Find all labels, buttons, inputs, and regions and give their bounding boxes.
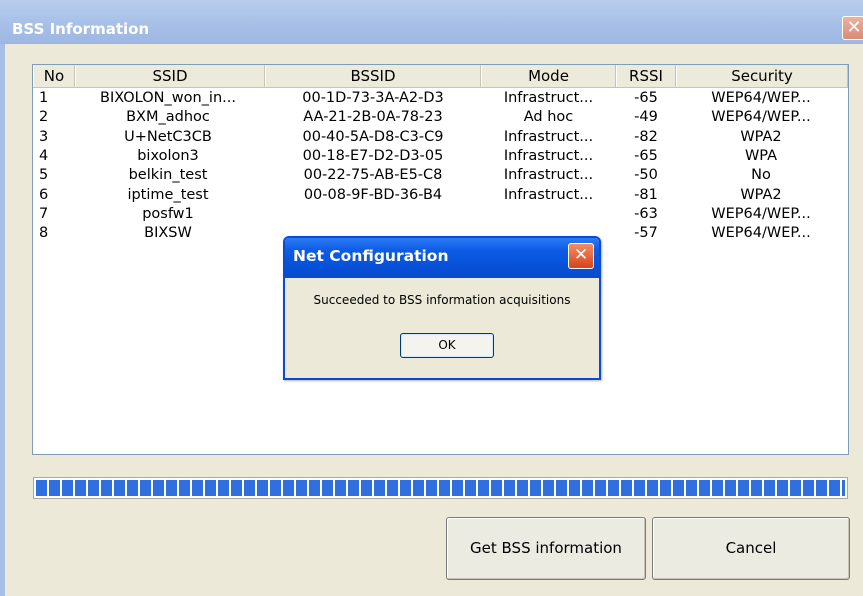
- column-header-mode[interactable]: Mode: [481, 65, 616, 87]
- cell-no: 1: [39, 90, 49, 106]
- cell-rssi: -63: [634, 205, 658, 222]
- cell-mode: Infrastruct...: [503, 186, 594, 203]
- dialog-title: Net Configuration: [293, 247, 449, 265]
- cell-no: 8: [39, 225, 49, 242]
- table-row[interactable]: 1 BIXOLON_won_in... 00-1D-73-3A-A2-D3 Infra…: [33, 89, 848, 108]
- cell-ssid: iptime_test: [127, 186, 209, 203]
- cell-security: WPA2: [740, 186, 782, 203]
- cell-ssid: belkin_test: [128, 167, 208, 184]
- cell-mode: [481, 205, 616, 224]
- cell-rssi: -81: [634, 186, 658, 203]
- cell-no: 3: [39, 128, 49, 145]
- dialog-close-button[interactable]: ✕: [568, 243, 594, 269]
- cell-security: WPA2: [740, 128, 782, 145]
- progress-fill: [36, 480, 845, 496]
- list-header: No SSID BSSID Mode RSSI Security: [33, 65, 848, 88]
- table-row[interactable]: 3 U+NetC3CB 00-40-5A-D8-C3-C9 Infrastruct..…: [33, 128, 848, 147]
- cell-security: WEP64/WEP...: [711, 109, 811, 126]
- cancel-button[interactable]: Cancel: [652, 517, 850, 580]
- cell-rssi: -65: [634, 147, 658, 164]
- cell-mode: Ad hoc: [523, 109, 574, 126]
- column-header-ssid[interactable]: SSID: [75, 65, 265, 87]
- cell-ssid: BXM_adhoc: [126, 109, 210, 126]
- window-left-border: [0, 44, 5, 596]
- cell-bssid: 00-18-E7-D2-D3-05: [302, 147, 444, 164]
- cell-security: WEP64/WEP...: [711, 90, 811, 106]
- table-row[interactable]: 2 BXM_adhoc AA-21-2B-0A-78-23 Ad hoc -49 WEP6…: [33, 108, 848, 127]
- table-row[interactable]: 6 iptime_test 00-08-9F-BD-36-B4 Infrastruct…: [33, 186, 848, 205]
- window-close-button[interactable]: ✕: [842, 16, 863, 40]
- dialog-message: Succeeded to BSS information acquisition…: [313, 293, 571, 307]
- cell-bssid: 00-1D-73-3A-A2-D3: [302, 90, 444, 106]
- get-bss-information-label: Get BSS information: [470, 539, 622, 557]
- cell-bssid: 00-08-9F-BD-36-B4: [303, 186, 443, 203]
- cell-no: 2: [39, 109, 49, 126]
- progress-bar: [33, 477, 848, 499]
- cell-ssid: BIXOLON_won_in...: [100, 90, 236, 106]
- column-header-security[interactable]: Security: [676, 65, 848, 87]
- cell-bssid: AA-21-2B-0A-78-23: [303, 109, 443, 126]
- cell-security: No: [751, 167, 771, 184]
- table-row[interactable]: 7 posfw1 -63 WEP64/WEP...: [33, 205, 848, 224]
- cell-no: 5: [39, 167, 49, 184]
- cell-mode: Infrastruct...: [503, 147, 594, 164]
- cell-ssid: BIXSW: [144, 225, 192, 242]
- dialog-titlebar: Net Configuration ✕: [285, 238, 599, 278]
- window-titlebar: BSS Information ✕: [0, 0, 863, 44]
- cell-mode: Infrastruct...: [503, 167, 594, 184]
- cell-no: 4: [39, 147, 49, 164]
- cell-mode: Infrastruct...: [503, 128, 594, 145]
- close-icon: ✕: [573, 245, 589, 265]
- cell-no: 6: [39, 186, 49, 203]
- cell-rssi: -57: [634, 225, 658, 242]
- bss-information-window: BSS Information ✕ No SSID BSSID Mode RSS…: [0, 0, 863, 596]
- cell-bssid: 00-40-5A-D8-C3-C9: [302, 128, 444, 145]
- table-row[interactable]: 4 bixolon3 00-18-E7-D2-D3-05 Infrastruct...…: [33, 147, 848, 166]
- cell-bssid: [265, 205, 481, 224]
- table-row[interactable]: 5 belkin_test 00-22-75-AB-E5-C8 Infrastruct…: [33, 166, 848, 185]
- cell-rssi: -49: [634, 109, 658, 126]
- cell-security: WEP64/WEP...: [711, 205, 811, 222]
- cell-rssi: -50: [634, 167, 658, 184]
- get-bss-information-button[interactable]: Get BSS information: [446, 517, 646, 580]
- cell-security: WEP64/WEP...: [711, 225, 811, 242]
- cell-rssi: -82: [634, 128, 658, 145]
- column-header-bssid[interactable]: BSSID: [265, 65, 481, 87]
- cell-security: WPA: [744, 147, 778, 164]
- cell-mode: Infrastruct...: [503, 90, 594, 106]
- column-header-rssi[interactable]: RSSI: [616, 65, 676, 87]
- cell-ssid: posfw1: [142, 205, 194, 222]
- cell-bssid: 00-22-75-AB-E5-C8: [303, 167, 443, 184]
- net-configuration-dialog: Net Configuration ✕ Succeeded to BSS inf…: [283, 236, 601, 380]
- cell-no: 7: [39, 205, 49, 222]
- cell-ssid: bixolon3: [137, 147, 199, 164]
- window-title: BSS Information: [12, 20, 150, 38]
- close-icon: ✕: [846, 17, 862, 38]
- cell-ssid: U+NetC3CB: [124, 128, 212, 145]
- ok-button[interactable]: OK: [400, 333, 494, 358]
- column-header-no[interactable]: No: [33, 65, 75, 87]
- cancel-label: Cancel: [725, 539, 777, 557]
- cell-rssi: -65: [634, 90, 658, 106]
